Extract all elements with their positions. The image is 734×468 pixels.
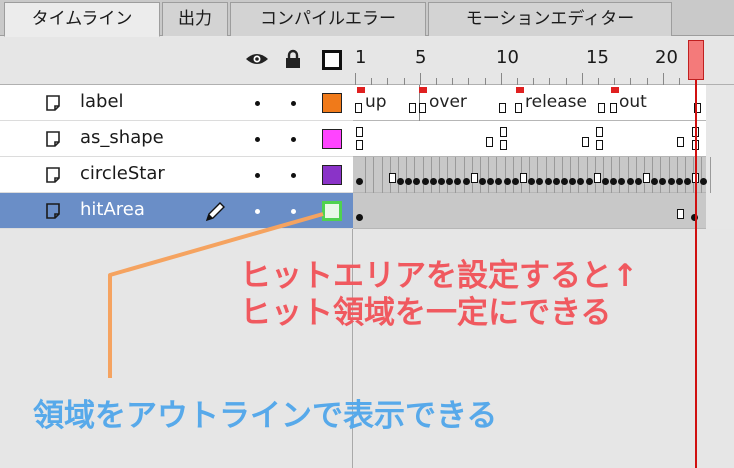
annotation-hit-area-2: ヒット領域を一定にできる — [240, 295, 612, 331]
annotation-outline: 領域をアウトラインで表示できる — [33, 398, 498, 434]
tab-timeline[interactable]: タイムライン — [4, 2, 160, 37]
